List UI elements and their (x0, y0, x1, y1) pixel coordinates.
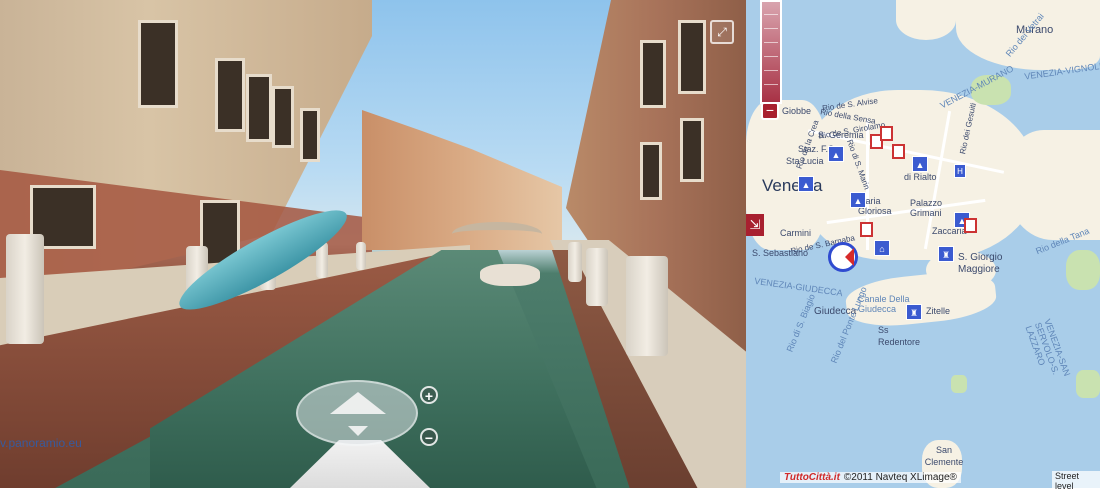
bollard (568, 242, 582, 282)
map-label-san-clemente: San Clemente (924, 445, 964, 467)
window (246, 74, 272, 142)
window (680, 118, 704, 182)
map-label-carmini: Carmini (780, 228, 812, 238)
bollard (626, 256, 668, 356)
window (138, 20, 178, 108)
collapse-map-icon[interactable]: ⇲ (746, 214, 764, 236)
map-label-di-rialto: di Rialto (904, 172, 937, 182)
museum-poi-icon[interactable]: ▲ (850, 192, 866, 208)
zoom-tick (764, 14, 778, 15)
street-level-label[interactable]: Street level (1052, 471, 1100, 491)
map-label-s-geremia: S. Geremia (818, 130, 864, 140)
bollard (6, 234, 44, 344)
monument-poi-icon[interactable] (892, 144, 905, 159)
window (640, 40, 666, 108)
map-label-giobbe: Giobbe (782, 106, 812, 116)
window (640, 142, 662, 200)
church-poi-icon[interactable]: ⌂ (874, 240, 890, 256)
monument-poi-icon[interactable] (860, 222, 873, 237)
map-label-rio-s-biagio: Rio di S. Biagio (784, 292, 817, 354)
museum-poi-icon[interactable]: ▲ (798, 176, 814, 192)
map-zoom-slider[interactable] (760, 0, 782, 104)
map-label-venezia-giudecca: VENEZIA-GIUDECCA (753, 275, 844, 299)
northern-island (896, 0, 956, 40)
zoom-tick (764, 70, 778, 71)
window (215, 58, 245, 132)
museum-poi-icon[interactable]: ▲ (912, 156, 928, 172)
map-label-palazzo-grimani: Palazzo Grimani (910, 198, 943, 218)
distant-boat (480, 264, 540, 286)
map-label-s-giorgio-maggiore: S. Giorgio Maggiore (958, 252, 1003, 275)
map-label-zitelle: Zitelle (926, 306, 951, 316)
window (300, 108, 320, 162)
map-panel[interactable]: Murano Rio dei Vetrai VENEZIA-MURANO VEN… (746, 0, 1100, 488)
map-label-s-sebastiano: S. Sebastiano (752, 248, 809, 258)
bridge (452, 222, 542, 246)
park-area (1066, 250, 1100, 290)
castello-island (1006, 130, 1100, 240)
bollard (356, 242, 366, 270)
zoom-tick (764, 42, 778, 43)
move-forward-arrow-icon[interactable] (330, 392, 386, 414)
pano-zoom-in-button[interactable]: + (420, 386, 438, 404)
park-area (951, 375, 967, 393)
map-label-venezia-lazzaro: VENEZIA-SAN SERVOLO-S. LAZZARO (1023, 317, 1073, 378)
zoom-tick (764, 84, 778, 85)
bollard (586, 248, 608, 306)
church-poi-icon[interactable]: ♜ (938, 246, 954, 262)
zoom-tick (764, 56, 778, 57)
monument-poi-icon[interactable] (964, 218, 977, 233)
map-attribution: TuttoCittà.it ©2011 Navteq XLimage® (780, 472, 961, 483)
map-label-ss-redentore: Ss Redentore (878, 325, 921, 347)
street-view-panorama[interactable]: ⤢ v.panoramio.eu + − (0, 0, 746, 488)
pano-zoom-out-button[interactable]: − (420, 428, 438, 446)
move-back-arrow-icon[interactable] (348, 426, 368, 436)
copyright-text: ©2011 Navteq XLimage® (843, 472, 957, 483)
monument-poi-icon[interactable] (880, 126, 893, 141)
expand-icon[interactable]: ⤢ (710, 20, 734, 44)
map-zoom-out-button[interactable]: − (761, 102, 779, 120)
tuttocitta-logo[interactable]: TuttoCittà.it (784, 472, 840, 483)
zoom-tick (764, 28, 778, 29)
museum-poi-icon[interactable]: ▲ (828, 146, 844, 162)
window (272, 86, 294, 148)
window (678, 20, 706, 94)
panorama-watermark: v.panoramio.eu (0, 436, 82, 450)
hospital-poi-icon[interactable]: H (954, 164, 966, 178)
church-poi-icon[interactable]: ♜ (906, 304, 922, 320)
